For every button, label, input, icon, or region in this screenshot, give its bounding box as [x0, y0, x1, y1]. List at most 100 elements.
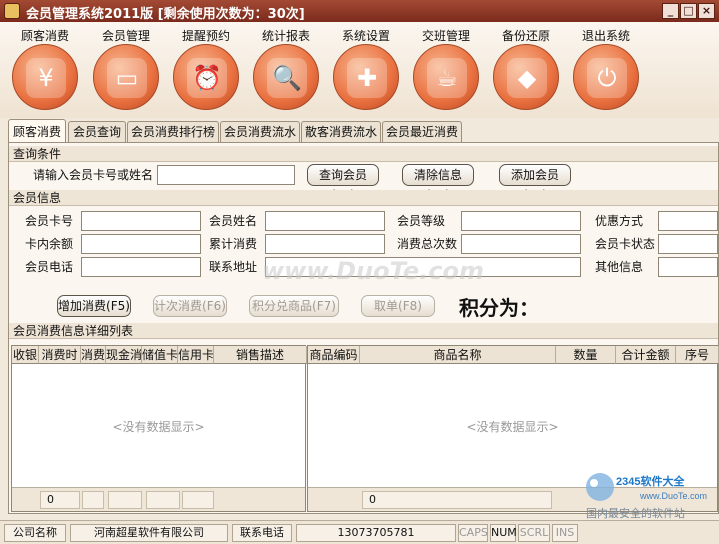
column-header[interactable]: 现金消 [106, 346, 142, 364]
site-logo-icon: 2345软件大全 www.DuoTe.com 国内最安全的软件站 [586, 473, 707, 520]
column-header[interactable]: 合计金额 [616, 346, 676, 364]
total-spend-field[interactable] [265, 234, 385, 254]
column-header[interactable]: 序号 [676, 346, 719, 364]
window-title: 会员管理系统2011版 [剩余使用次数为：30次] [26, 7, 305, 22]
disk-icon: ◆ [507, 58, 547, 98]
footer-cell [182, 491, 214, 509]
discount-field[interactable] [658, 211, 718, 231]
toolbar-label: 提醒预约 [181, 29, 230, 43]
close-button[interactable]: × [698, 3, 715, 19]
discount-label: 优惠方式 [595, 214, 644, 228]
num-indicator: NUM [490, 524, 517, 542]
card-no-field[interactable] [81, 211, 201, 231]
column-header[interactable]: 消费 [81, 346, 106, 364]
column-header[interactable]: 消费时 [39, 346, 81, 364]
toolbar-reports[interactable]: 统计报表 🔍 [246, 22, 326, 118]
phone-label: 会员电话 [25, 260, 74, 274]
company-name: 河南超星软件有限公司 [70, 524, 228, 542]
search-member-button[interactable]: 查询会员(F2) [307, 164, 379, 202]
card-status-label: 会员卡状态 [595, 237, 656, 251]
level-label: 会员等级 [397, 214, 446, 228]
footer-total: 0 [362, 491, 552, 509]
tab-member-query[interactable]: 会员查询 [68, 121, 126, 143]
phone-field[interactable] [81, 257, 201, 277]
empty-message: <没有数据显示> [112, 420, 205, 434]
total-spend-label: 累计消费 [209, 237, 258, 251]
toolbar-exit[interactable]: 退出系统 ⏻ [566, 22, 646, 118]
details-section-title: 会员消费信息详细列表 [9, 323, 718, 339]
column-header[interactable]: 信用卡 [178, 346, 214, 364]
card-status-field[interactable] [658, 234, 718, 254]
grid-footer: 0 [12, 487, 305, 511]
toolbar-member-manage[interactable]: 会员管理 ▭ [86, 22, 166, 118]
toolbar-shift[interactable]: 交班管理 ☕ [406, 22, 486, 118]
column-header[interactable]: 商品名称 [360, 346, 556, 364]
clear-info-button[interactable]: 清除信息(F3) [402, 164, 474, 202]
count-consume-button[interactable]: 计次消费(F6) [153, 295, 227, 317]
toolbar-label: 系统设置 [341, 29, 390, 43]
tab-customer-consume[interactable]: 顾客消费 [8, 119, 66, 143]
scrl-indicator: SCRL [518, 524, 550, 542]
tea-cup-icon: ☕ [427, 58, 467, 98]
logo-brand: 2345软件大全 [616, 474, 685, 488]
tab-recent-consume[interactable]: 会员最近消费 [382, 121, 462, 143]
minimize-button[interactable]: _ [662, 3, 679, 19]
footer-cell [108, 491, 142, 509]
toolbar-backup[interactable]: 备份还原 ◆ [486, 22, 566, 118]
card-no-label: 会员卡号 [25, 214, 74, 228]
balance-field[interactable] [81, 234, 201, 254]
column-header[interactable]: 收银 [12, 346, 39, 364]
column-header[interactable]: 商品编码 [308, 346, 360, 364]
name-field[interactable] [265, 211, 385, 231]
phone-label: 联系电话 [232, 524, 292, 542]
toolbar-label: 交班管理 [421, 29, 470, 43]
level-field[interactable] [461, 211, 581, 231]
logo-tagline: 国内最安全的软件站 [586, 506, 685, 520]
toolbar-reminder[interactable]: 提醒预约 ⏰ [166, 22, 246, 118]
tab-member-flow[interactable]: 会员消费流水 [220, 121, 300, 143]
watermark: www.DuoTe.com [262, 257, 484, 285]
query-section-title: 查询条件 [9, 146, 718, 162]
consume-panel: 查询条件 请输入会员卡号或姓名 查询会员(F2) 清除信息(F3) 添加会员(F… [8, 142, 719, 514]
address-label: 联系地址 [209, 260, 258, 274]
title-bar: 会员管理系统2011版 [剩余使用次数为：30次] _ □ × [0, 0, 719, 22]
member-search-input[interactable] [157, 165, 295, 185]
app-icon [4, 3, 20, 19]
footer-cell [82, 491, 104, 509]
maximize-button[interactable]: □ [680, 3, 697, 19]
footer-total: 0 [40, 491, 80, 509]
member-section-title: 会员信息 [9, 190, 718, 206]
tab-guest-flow[interactable]: 散客消费流水 [301, 121, 381, 143]
main-toolbar: 顾客消费 ¥ 会员管理 ▭ 提醒预约 ⏰ 统计报表 🔍 系统设置 ✚ 交班管理 ☕ 备份还原… [0, 22, 719, 118]
add-member-button[interactable]: 添加会员(F4) [499, 164, 571, 202]
consume-records-grid[interactable]: 收银 消费时 消费 现金消 储值卡 信用卡 销售描述 <没有数据显示> 0 [11, 345, 307, 512]
toolbar-label: 退出系统 [581, 29, 630, 43]
balance-label: 卡内余额 [25, 237, 74, 251]
toolbar-settings[interactable]: 系统设置 ✚ [326, 22, 406, 118]
toolbar-label: 备份还原 [501, 29, 550, 43]
empty-message: <没有数据显示> [466, 420, 559, 434]
query-prompt: 请输入会员卡号或姓名 [33, 168, 154, 182]
alarm-clock-icon: ⏰ [187, 58, 227, 98]
toolbar-label: 会员管理 [101, 29, 150, 43]
company-label: 公司名称 [4, 524, 66, 542]
other-info-field[interactable] [658, 257, 718, 277]
caps-indicator: CAPS [458, 524, 488, 542]
column-header[interactable]: 储值卡 [142, 346, 178, 364]
logo-url: www.DuoTe.com [639, 491, 707, 501]
name-label: 会员姓名 [209, 214, 258, 228]
cancel-order-button[interactable]: 取单(F8) [361, 295, 435, 317]
signpost-icon: ✚ [347, 58, 387, 98]
total-count-label: 消费总次数 [397, 237, 458, 251]
points-exchange-button[interactable]: 积分兑商品(F7) [249, 295, 339, 317]
other-info-label: 其他信息 [595, 260, 644, 274]
tab-consume-ranking[interactable]: 会员消费排行榜 [127, 121, 219, 143]
toolbar-label: 统计报表 [261, 29, 310, 43]
add-consume-button[interactable]: 增加消费(F5) [57, 295, 131, 317]
member-card-icon: ▭ [107, 58, 147, 98]
column-header[interactable]: 数量 [556, 346, 616, 364]
footer-cell [146, 491, 180, 509]
toolbar-customer-consume[interactable]: 顾客消费 ¥ [5, 22, 85, 118]
column-header[interactable]: 销售描述 [214, 346, 307, 364]
total-count-field[interactable] [461, 234, 581, 254]
